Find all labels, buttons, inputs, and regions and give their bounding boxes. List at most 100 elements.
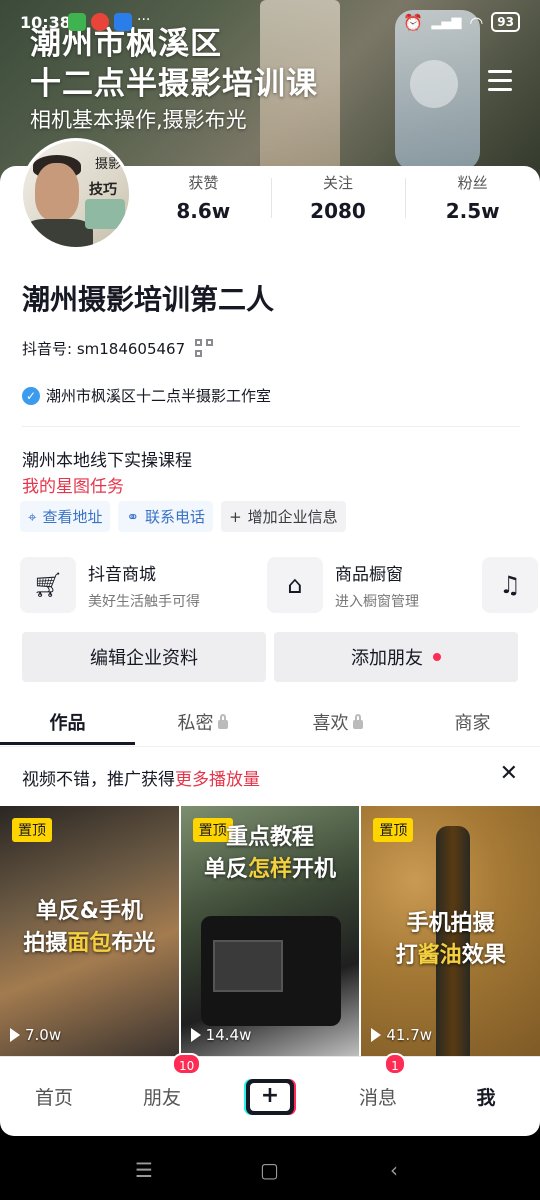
qr-code-icon[interactable] bbox=[195, 338, 215, 359]
video-cover-text: 单反&手机 拍摄面包布光 bbox=[23, 899, 156, 956]
close-icon[interactable]: ✕ bbox=[500, 761, 518, 786]
play-icon bbox=[190, 1028, 201, 1042]
video-thumbnail[interactable]: 置顶 单反&手机 拍摄面包布光 7.0w bbox=[0, 806, 179, 1056]
play-icon bbox=[371, 1028, 382, 1042]
profile-bio: 潮州本地线下实操课程 bbox=[22, 451, 192, 471]
banner-logo bbox=[410, 60, 458, 108]
nav-messages[interactable]: 消息 1 bbox=[324, 1053, 432, 1110]
alarm-icon: ⏰ bbox=[403, 12, 424, 32]
play-count: 41.7w bbox=[371, 1026, 432, 1044]
music-icon: ♫ bbox=[482, 557, 538, 613]
add-enterprise-info-chip[interactable]: + 增加企业信息 bbox=[221, 501, 346, 532]
verified-enterprise[interactable]: ✓ 潮州市枫溪区十二点半摄影工作室 bbox=[22, 385, 271, 406]
recent-apps-icon[interactable]: ☰ bbox=[135, 1158, 153, 1182]
verified-icon: ✓ bbox=[22, 386, 40, 405]
avatar-text: 摄影 bbox=[95, 157, 122, 172]
tab-label: 商家 bbox=[454, 713, 491, 734]
chip-label: 增加企业信息 bbox=[247, 508, 338, 526]
stat-label: 获赞 bbox=[188, 174, 219, 192]
menu-icon[interactable] bbox=[488, 70, 512, 92]
cart-icon: 🛒︎ bbox=[20, 557, 76, 613]
battery-icon: 93 bbox=[491, 12, 520, 32]
stat-value: 8.6w bbox=[176, 199, 231, 223]
app-notification-icon bbox=[91, 13, 109, 31]
chip-label: 查看地址 bbox=[42, 508, 103, 526]
create-button[interactable]: + bbox=[244, 1078, 296, 1115]
service-subtitle: 美好生活触手可得 bbox=[88, 593, 200, 610]
tab-works[interactable]: 作品 bbox=[0, 695, 135, 745]
douyin-mall-entry[interactable]: 🛒︎ 抖音商城 美好生活触手可得 bbox=[20, 557, 200, 613]
douyin-id[interactable]: 抖音号: sm184605467 bbox=[22, 338, 215, 359]
tab-private[interactable]: 私密 bbox=[135, 695, 270, 745]
banner-title-line2: 十二点半摄影培训课 bbox=[30, 66, 318, 102]
service-subtitle: 进入橱窗管理 bbox=[335, 593, 419, 610]
plus-icon: + bbox=[229, 507, 242, 526]
nav-create[interactable]: + bbox=[216, 1078, 324, 1115]
stat-label: 关注 bbox=[323, 174, 354, 192]
messages-badge: 1 bbox=[384, 1053, 406, 1075]
tab-likes[interactable]: 喜欢 bbox=[270, 695, 405, 745]
nav-label: 我 bbox=[476, 1087, 496, 1109]
service-title: 商品橱窗 bbox=[335, 564, 403, 585]
enterprise-chips: ⌖ 查看地址 ⚭ 联系电话 + 增加企业信息 bbox=[20, 501, 346, 532]
more-notifications-icon: ··· bbox=[137, 12, 151, 28]
video-thumbnail[interactable]: 置顶 手机拍摄 打酱油效果 41.7w bbox=[361, 806, 540, 1056]
video-grid: 置顶 单反&手机 拍摄面包布光 7.0w 置顶 重点教程 单反怎样开机 14.4… bbox=[0, 806, 540, 1056]
profile-actions: 编辑企业资料 添加朋友 bbox=[22, 632, 518, 682]
contact-phone-chip[interactable]: ⚭ 联系电话 bbox=[118, 501, 214, 532]
nav-home[interactable]: 首页 bbox=[0, 1083, 108, 1110]
tab-label: 作品 bbox=[49, 713, 86, 734]
home-icon[interactable]: ▢ bbox=[260, 1158, 279, 1182]
profile-nickname: 潮州摄影培训第二人 bbox=[22, 283, 275, 316]
promotion-banner[interactable]: 视频不错，推广获得更多播放量 ✕ bbox=[0, 746, 540, 804]
stat-value: 2.5w bbox=[445, 199, 500, 223]
system-nav-bar: ☰ ▢ ‹ bbox=[0, 1136, 540, 1200]
verified-name: 潮州市枫溪区十二点半摄影工作室 bbox=[46, 387, 272, 405]
avatar[interactable]: 摄影 技巧 bbox=[20, 138, 132, 250]
product-window-entry[interactable]: ⌂ 商品橱窗 进入橱窗管理 bbox=[267, 557, 419, 613]
app-notification-icon bbox=[114, 13, 132, 31]
music-entry[interactable]: ♫ bbox=[482, 557, 538, 613]
star-task-link[interactable]: 我的星图任务 bbox=[22, 472, 124, 497]
lock-icon bbox=[352, 713, 363, 729]
tab-merchant[interactable]: 商家 bbox=[405, 695, 540, 745]
button-label: 编辑企业资料 bbox=[90, 648, 198, 669]
stat-likes[interactable]: 获赞 8.6w bbox=[136, 172, 271, 224]
pinned-badge: 置顶 bbox=[12, 818, 52, 842]
avatar-decoration bbox=[85, 199, 125, 229]
profile-stats: 获赞 8.6w 关注 2080 粉丝 2.5w bbox=[136, 172, 540, 224]
pinned-badge: 置顶 bbox=[373, 818, 414, 842]
nav-label: 朋友 bbox=[142, 1087, 181, 1109]
stat-followers[interactable]: 粉丝 2.5w bbox=[405, 172, 540, 224]
play-count: 14.4w bbox=[190, 1026, 251, 1044]
stat-value: 2080 bbox=[310, 199, 366, 223]
douyin-id-text: 抖音号: sm184605467 bbox=[22, 340, 186, 358]
nav-me[interactable]: 我 bbox=[432, 1083, 540, 1110]
camera-image bbox=[200, 916, 341, 1026]
nav-label: 首页 bbox=[34, 1087, 73, 1109]
plus-icon: + bbox=[250, 1082, 290, 1111]
video-thumbnail[interactable]: 置顶 重点教程 单反怎样开机 14.4w bbox=[180, 806, 360, 1056]
link-icon: ⚭ bbox=[126, 507, 140, 526]
add-friend-button[interactable]: 添加朋友 bbox=[274, 632, 518, 682]
tab-label: 私密 bbox=[177, 713, 214, 734]
nav-friends[interactable]: 朋友 10 bbox=[108, 1053, 216, 1110]
edit-enterprise-button[interactable]: 编辑企业资料 bbox=[22, 632, 266, 682]
stat-label: 粉丝 bbox=[457, 174, 488, 192]
banner-subtitle: 相机基本操作,摄影布光 bbox=[30, 108, 247, 132]
play-count: 7.0w bbox=[10, 1026, 61, 1044]
service-title: 抖音商城 bbox=[88, 564, 156, 585]
service-entries: 🛒︎ 抖音商城 美好生活触手可得 ⌂ 商品橱窗 进入橱窗管理 ♫ bbox=[20, 557, 540, 615]
avatar-face bbox=[35, 163, 79, 221]
wifi-icon: ◠ bbox=[469, 12, 484, 32]
view-address-chip[interactable]: ⌖ 查看地址 bbox=[20, 501, 111, 532]
notification-icons: ··· bbox=[68, 13, 150, 31]
status-right: ⏰ ▂▄▆ ◠ 93 bbox=[403, 12, 520, 32]
status-bar: 10:38 ··· ⏰ ▂▄▆ ◠ 93 bbox=[0, 0, 540, 46]
profile-tabs: 作品 私密 喜欢 商家 bbox=[0, 695, 540, 745]
back-icon[interactable]: ‹ bbox=[390, 1158, 398, 1182]
stat-following[interactable]: 关注 2080 bbox=[270, 172, 406, 224]
promotion-highlight[interactable]: 更多播放量 bbox=[175, 770, 260, 790]
new-dot bbox=[433, 653, 441, 661]
status-time: 10:38 bbox=[20, 13, 71, 32]
